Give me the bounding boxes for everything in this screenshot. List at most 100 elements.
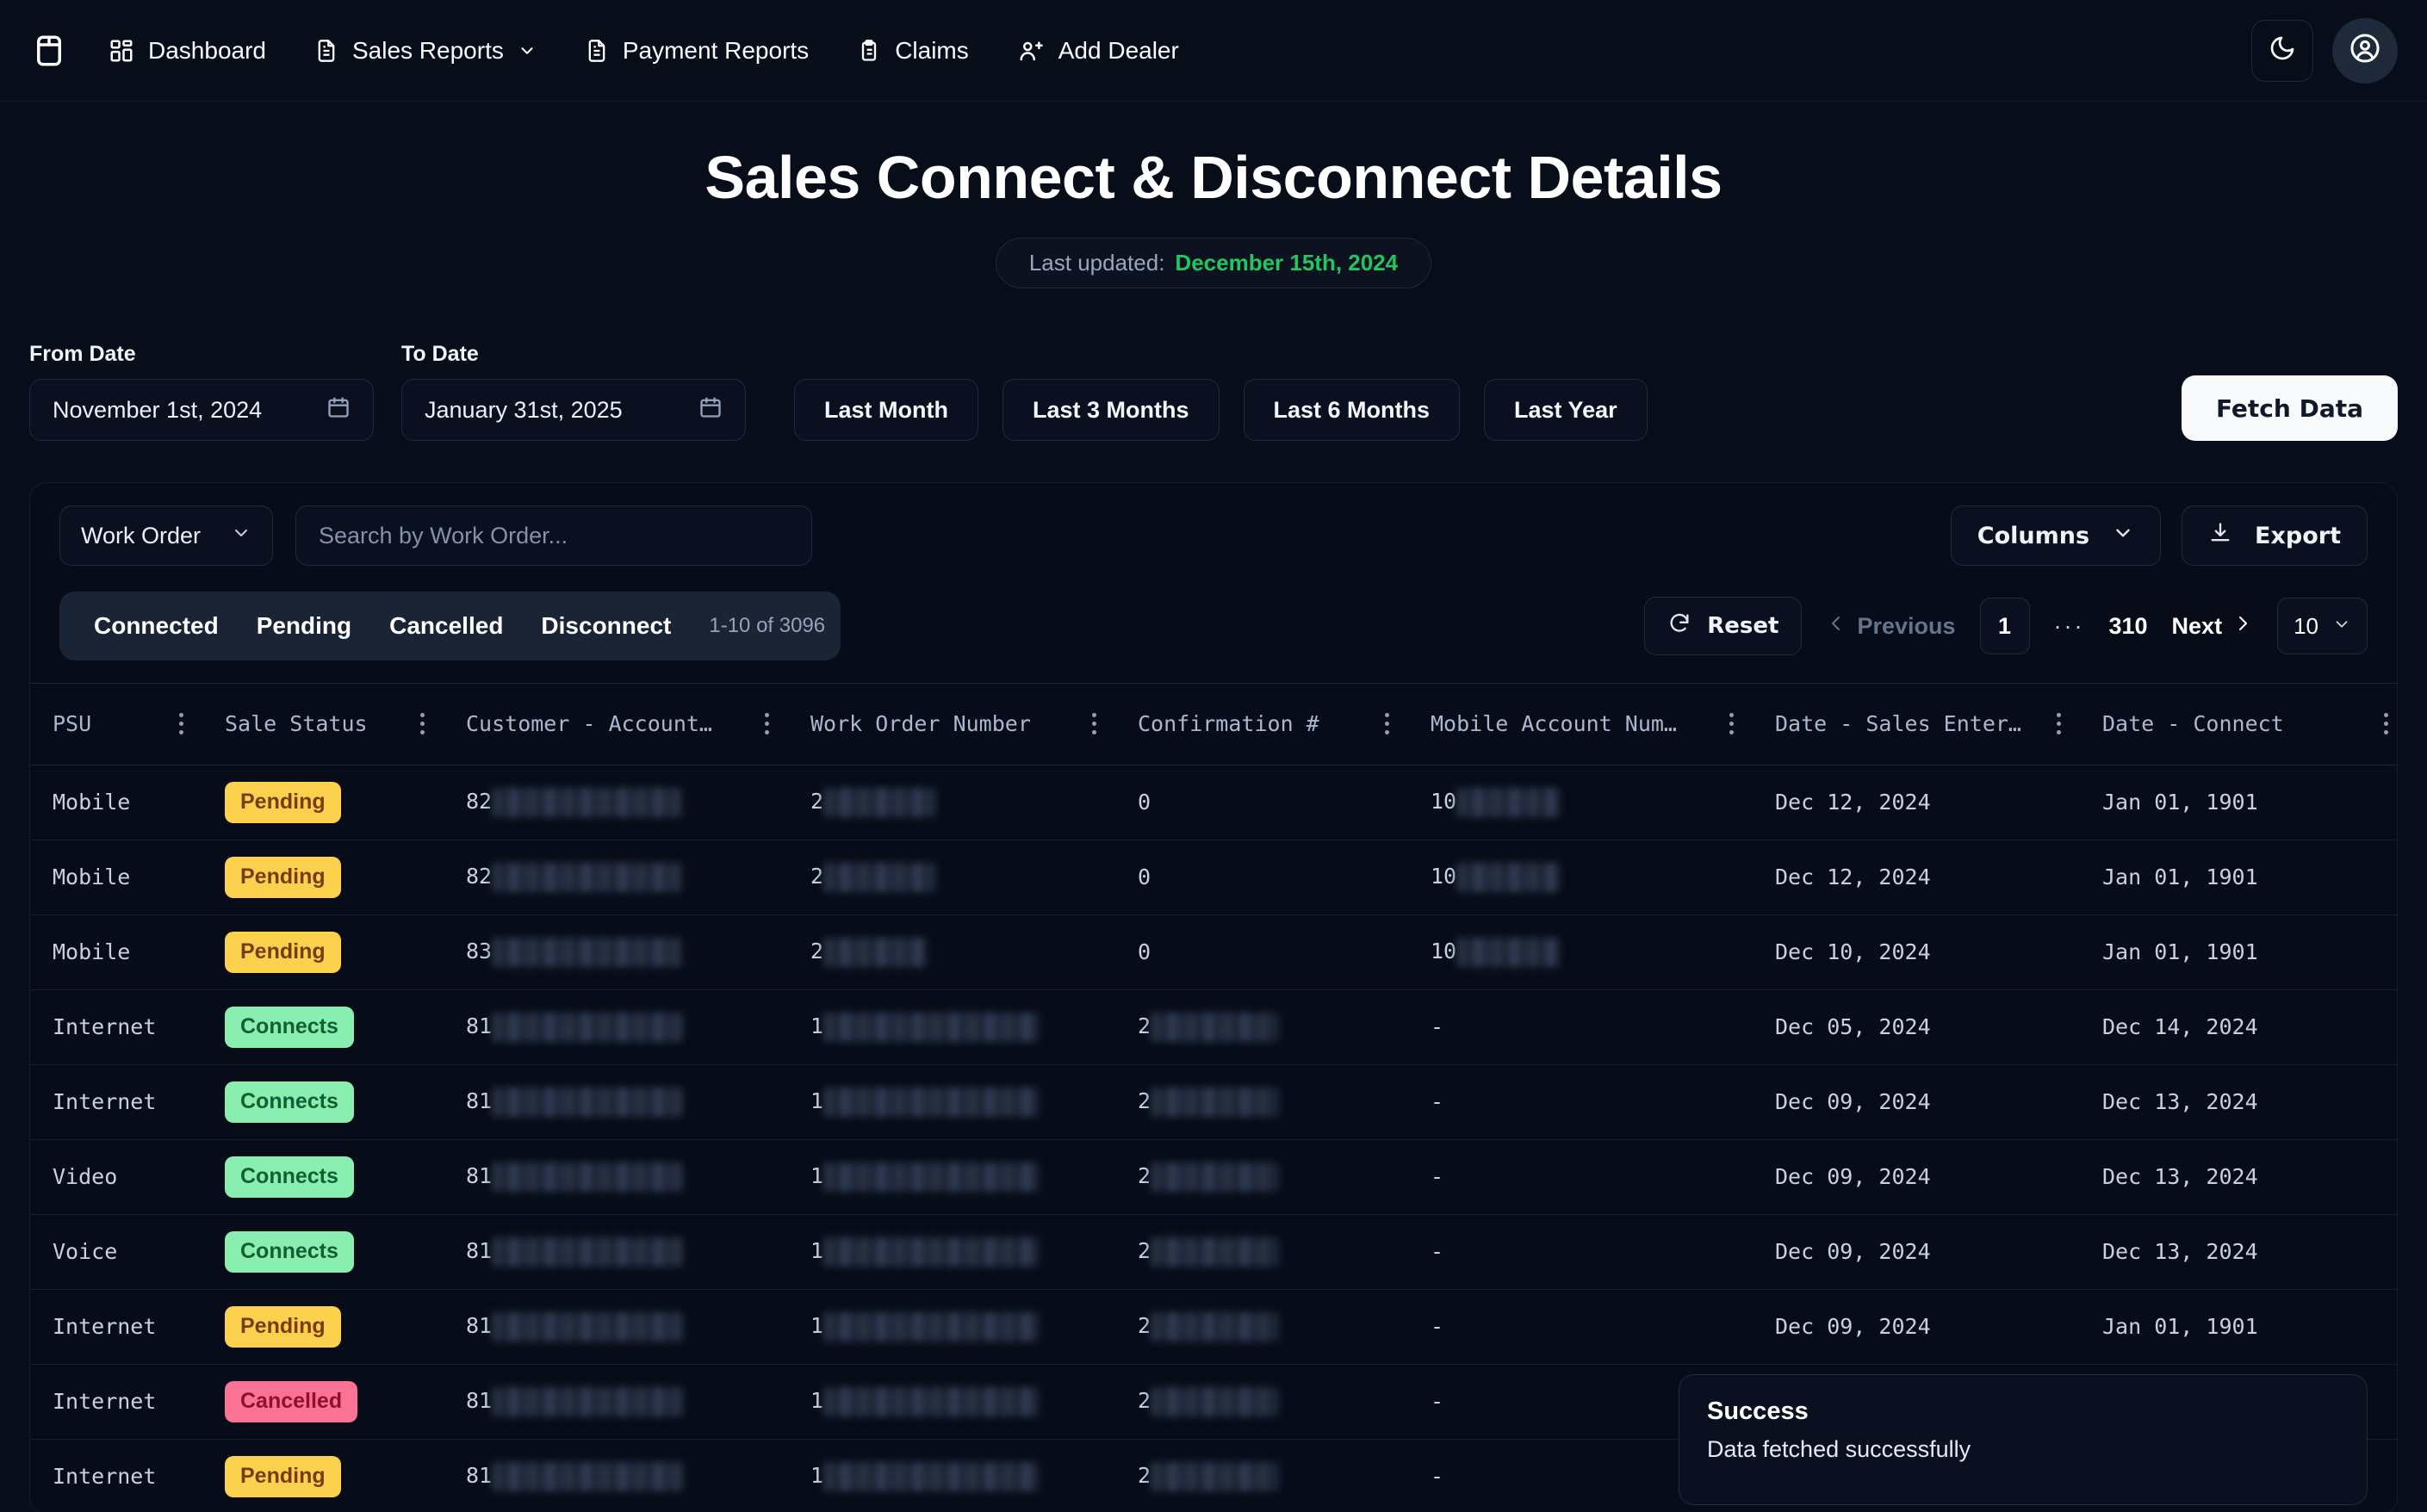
- nav-item-add-dealer[interactable]: Add Dealer: [1017, 37, 1179, 65]
- column-header-label: PSU: [53, 711, 92, 737]
- column-menu-icon[interactable]: [1092, 713, 1096, 735]
- column-menu-icon[interactable]: [2384, 713, 2388, 735]
- cell-mobile-account-prefix: -: [1431, 1389, 1444, 1414]
- table-row[interactable]: Mobile Pending 82 2 0 10 Dec 12, 2024 Jan 01, 1…: [30, 765, 2397, 840]
- cell-date-sales-entered: Dec 05, 2024: [1753, 989, 2080, 1065]
- nav-item-claims[interactable]: Claims: [857, 37, 969, 65]
- page-header: Sales Connect & Disconnect Details Last …: [0, 102, 2427, 288]
- column-menu-icon[interactable]: [2057, 713, 2061, 735]
- theme-toggle-button[interactable]: [2251, 19, 2313, 82]
- cell-psu: Voice: [30, 1214, 202, 1290]
- column-header-2[interactable]: Customer - Account…: [444, 684, 788, 765]
- cell-confirmation: 2: [1115, 989, 1408, 1065]
- quick-range-last-month[interactable]: Last Month: [794, 379, 978, 441]
- toolbar-right-actions: Columns Export: [1950, 505, 2368, 566]
- nav-item-payment-reports[interactable]: Payment Reports: [585, 37, 809, 65]
- cell-date-connect: Jan 01, 1901: [2080, 1289, 2397, 1365]
- cell-customer-account: 81: [444, 1364, 788, 1440]
- avatar[interactable]: [2332, 17, 2398, 84]
- search-input-wrapper: [295, 505, 812, 566]
- table-row[interactable]: Internet Pending 81 1 2 - Dec 09, 2024 Jan 01, …: [30, 1289, 2397, 1365]
- cell-customer-account: 81: [444, 1064, 788, 1140]
- cell-date-connect: Dec 13, 2024: [2080, 1214, 2397, 1290]
- redacted-value: [1151, 1462, 1278, 1491]
- search-field-select[interactable]: Work Order: [59, 505, 273, 566]
- pagination-ellipsis: ···: [2053, 612, 2085, 639]
- calendar-icon[interactable]: [326, 395, 351, 425]
- nav-item-sales-reports[interactable]: Sales Reports: [314, 37, 537, 65]
- column-header-4[interactable]: Confirmation #: [1115, 684, 1408, 765]
- tab-connected[interactable]: Connected: [75, 604, 238, 648]
- cell-customer-account-prefix: 82: [466, 788, 493, 814]
- previous-page-button[interactable]: Previous: [1826, 613, 1956, 640]
- nav-label-dashboard: Dashboard: [148, 36, 266, 64]
- column-header-7[interactable]: Date - Connect: [2080, 684, 2397, 765]
- box-logo-icon[interactable]: [29, 31, 69, 71]
- cell-psu: Mobile: [30, 840, 202, 915]
- quick-range-last-6-months[interactable]: Last 6 Months: [1243, 379, 1461, 441]
- cell-customer-account: 82: [444, 840, 788, 915]
- export-button[interactable]: Export: [2182, 505, 2368, 566]
- redacted-value: [492, 788, 681, 817]
- cell-date-connect: Jan 01, 1901: [2080, 840, 2397, 915]
- cell-psu: Mobile: [30, 914, 202, 990]
- to-date-input[interactable]: January 31st, 2025: [401, 379, 746, 441]
- nav-item-dashboard[interactable]: Dashboard: [109, 37, 266, 65]
- cell-customer-account-prefix: 83: [466, 938, 493, 964]
- tab-cancelled[interactable]: Cancelled: [370, 604, 522, 648]
- tab-pending[interactable]: Pending: [238, 604, 370, 648]
- column-menu-icon[interactable]: [1385, 713, 1389, 735]
- file-document-icon: [314, 38, 338, 64]
- table-row[interactable]: Internet Connects 81 1 2 - Dec 09, 2024 Dec 13,…: [30, 1064, 2397, 1140]
- cell-date-sales-entered: Dec 09, 2024: [1753, 1139, 2080, 1215]
- column-header-0[interactable]: PSU: [30, 684, 202, 765]
- cell-confirmation: 2: [1115, 1289, 1408, 1365]
- page-number-1[interactable]: 1: [1979, 598, 2030, 654]
- next-page-button[interactable]: Next: [2172, 613, 2254, 640]
- redacted-value: [492, 1237, 683, 1267]
- success-toast[interactable]: Success Data fetched successfully: [1679, 1374, 2368, 1505]
- from-date-input[interactable]: November 1st, 2024: [29, 379, 374, 441]
- column-header-5[interactable]: Mobile Account Num…: [1408, 684, 1753, 765]
- column-menu-icon[interactable]: [765, 713, 769, 735]
- table-row[interactable]: Mobile Pending 82 2 0 10 Dec 12, 2024 Jan 01, 1…: [30, 840, 2397, 915]
- page-number-last[interactable]: 310: [2108, 613, 2147, 640]
- table-head: PSU Sale Status Customer - Account… Work Or…: [30, 684, 2397, 765]
- table-row[interactable]: Video Connects 81 1 2 - Dec 09, 2024 Dec 13, 20…: [30, 1139, 2397, 1215]
- column-header-6[interactable]: Date - Sales Enter…: [1753, 684, 2080, 765]
- cell-work-order-number-prefix: 1: [810, 1462, 824, 1488]
- columns-button[interactable]: Columns: [1950, 505, 2162, 566]
- column-header-3[interactable]: Work Order Number: [788, 684, 1115, 765]
- to-date-label: To Date: [401, 342, 479, 366]
- quick-range-last-3-months[interactable]: Last 3 Months: [1002, 379, 1220, 441]
- redacted-value: [492, 938, 681, 967]
- cell-confirmation: 2: [1115, 1214, 1408, 1290]
- last-updated-label: Last updated:: [1028, 250, 1165, 276]
- cell-psu: Internet: [30, 989, 202, 1065]
- search-field-value: Work Order: [81, 522, 202, 548]
- cell-mobile-account: 10: [1408, 765, 1753, 840]
- user-circle-icon: [2349, 32, 2381, 69]
- column-header-1[interactable]: Sale Status: [202, 684, 444, 765]
- cell-work-order-number-prefix: 1: [810, 1312, 824, 1338]
- cell-confirmation-prefix: 2: [1138, 1237, 1151, 1263]
- column-header-label: Customer - Account…: [466, 711, 712, 737]
- table-row[interactable]: Voice Connects 81 1 2 - Dec 09, 2024 Dec 13, 20…: [30, 1214, 2397, 1290]
- last-updated-badge: Last updated: December 15th, 2024: [995, 238, 1432, 288]
- column-menu-icon[interactable]: [420, 713, 425, 735]
- cell-confirmation-prefix: 2: [1138, 1088, 1151, 1113]
- table-row[interactable]: Mobile Pending 83 2 0 10 Dec 10, 2024 Jan 01, 1…: [30, 914, 2397, 990]
- page-size-select[interactable]: 10: [2277, 598, 2368, 654]
- reset-button[interactable]: Reset: [1644, 597, 1803, 655]
- calendar-icon[interactable]: [698, 395, 723, 425]
- tab-disconnect[interactable]: Disconnect: [522, 604, 690, 648]
- column-menu-icon[interactable]: [1729, 713, 1734, 735]
- status-badge: Connects: [225, 1006, 354, 1048]
- fetch-data-button[interactable]: Fetch Data: [2181, 375, 2398, 441]
- column-menu-icon[interactable]: [179, 713, 183, 735]
- download-icon: [2208, 521, 2232, 551]
- search-input[interactable]: [319, 522, 789, 549]
- cell-mobile-account-prefix: -: [1431, 1464, 1444, 1490]
- table-row[interactable]: Internet Connects 81 1 2 - Dec 05, 2024 Dec 14,…: [30, 989, 2397, 1065]
- quick-range-last-year[interactable]: Last Year: [1484, 379, 1648, 441]
